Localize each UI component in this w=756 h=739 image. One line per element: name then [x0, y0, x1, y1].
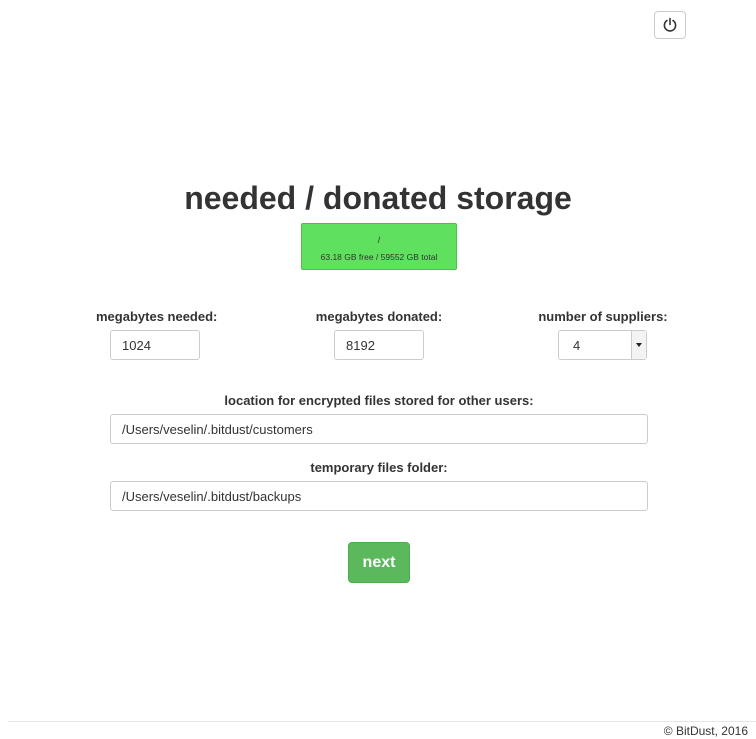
number-of-suppliers-label: number of suppliers:: [538, 309, 668, 324]
power-icon: [663, 17, 677, 32]
megabytes-donated-label: megabytes donated:: [315, 309, 443, 324]
dropdown-arrow-icon[interactable]: [631, 331, 646, 359]
storage-path: /: [377, 235, 381, 245]
megabytes-donated-input[interactable]: [334, 330, 424, 360]
next-button[interactable]: next: [348, 542, 410, 583]
temp-folder-input[interactable]: [110, 481, 648, 511]
page-title: needed / donated storage: [184, 180, 572, 216]
customers-location-label: location for encrypted files stored for …: [224, 393, 534, 408]
footer-copyright: © BitDust, 2016: [663, 724, 748, 738]
megabytes-needed-label: megabytes needed:: [96, 309, 218, 324]
customers-location-input[interactable]: [110, 414, 648, 444]
megabytes-needed-input[interactable]: [110, 330, 200, 360]
storage-status-box: / 63.18 GB free / 59552 GB total: [301, 223, 457, 270]
footer-divider: [8, 721, 756, 722]
temp-folder-label: temporary files folder:: [310, 460, 448, 475]
suppliers-selected-value: 4: [573, 338, 581, 353]
storage-stats: 63.18 GB free / 59552 GB total: [320, 252, 438, 262]
number-of-suppliers-select[interactable]: 4: [558, 330, 647, 360]
page: needed / donated storage / 63.18 GB free…: [0, 0, 756, 739]
power-button[interactable]: [654, 11, 686, 39]
